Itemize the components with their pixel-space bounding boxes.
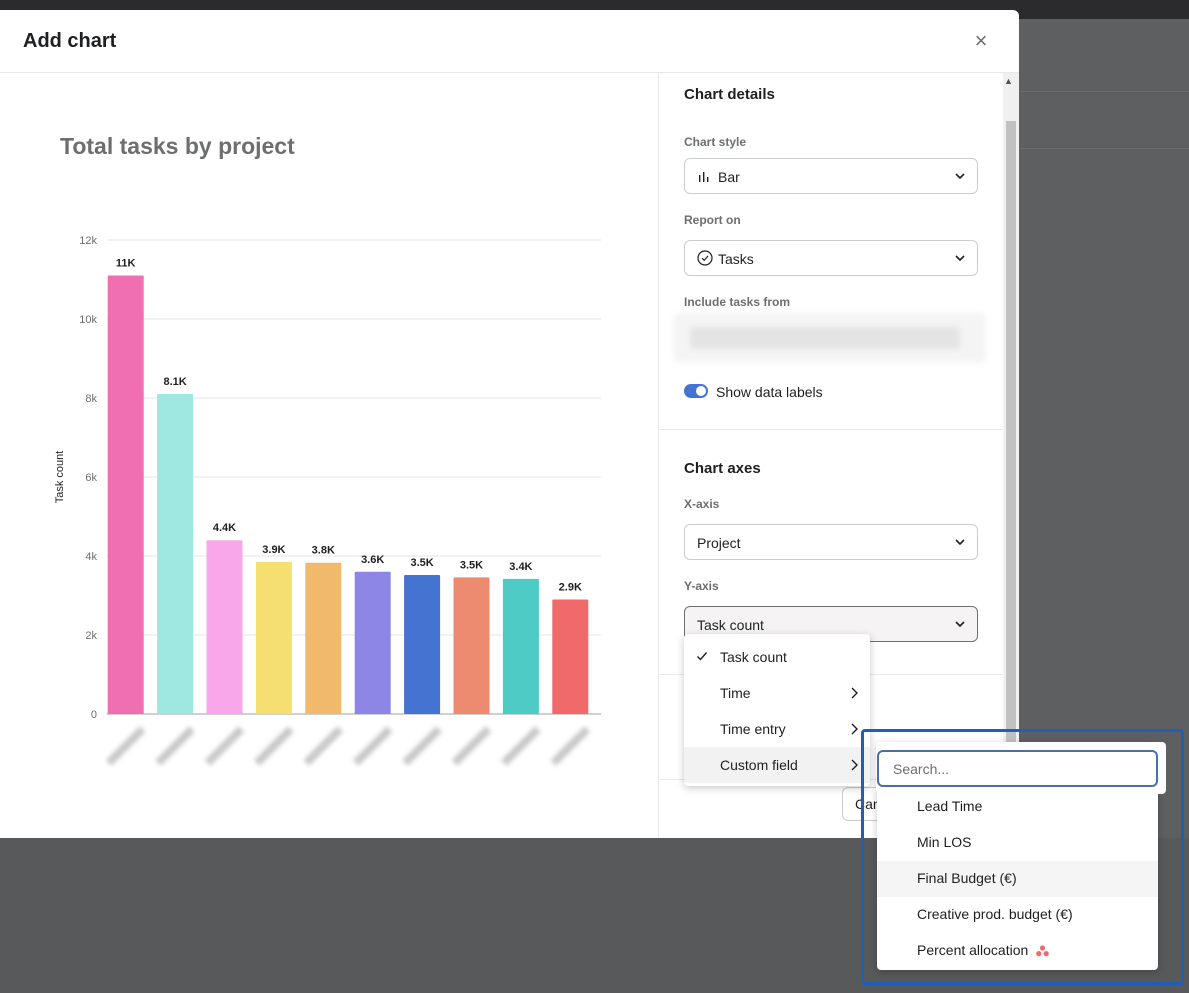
menu-item-label: Time entry	[720, 721, 786, 737]
bar-data-label: 4.4K	[213, 522, 236, 534]
custom-field-lead-time[interactable]: Lead Time	[877, 789, 1158, 825]
show-data-labels-label: Show data labels	[716, 384, 823, 400]
bar-chart-icon	[699, 172, 709, 182]
y-tick-label: 8k	[85, 393, 97, 405]
menu-item-label: Time	[720, 685, 751, 701]
background-divider	[1019, 91, 1189, 92]
menu-item-time-entry[interactable]: Time entry	[684, 711, 870, 747]
report-on-select[interactable]: Tasks	[684, 240, 978, 276]
x-axis-label: X-axis	[684, 497, 720, 511]
x-axis-select[interactable]: Project	[684, 524, 978, 560]
show-data-labels-toggle[interactable]	[684, 384, 708, 398]
include-tasks-field-blurred[interactable]	[674, 313, 986, 363]
chevron-down-icon	[955, 621, 965, 628]
bar	[453, 577, 490, 714]
custom-field-label: Lead Time	[917, 798, 983, 814]
x-tick-label-redacted	[402, 726, 442, 766]
y-tick-label: 12k	[79, 235, 97, 247]
chart-style-select[interactable]: Bar	[684, 158, 978, 194]
close-icon[interactable]: ×	[968, 29, 994, 55]
bar-data-label: 3.8K	[312, 545, 335, 557]
bar-data-label: 2.9K	[559, 581, 582, 593]
scrollbar-thumb[interactable]	[1006, 121, 1016, 751]
y-axis-value: Task count	[697, 617, 764, 633]
custom-field-final-budget[interactable]: Final Budget (€)	[877, 861, 1158, 897]
x-tick-label-redacted	[451, 726, 492, 766]
y-tick-label: 10k	[79, 314, 97, 326]
bar	[305, 562, 342, 714]
x-tick-label-redacted	[155, 726, 195, 766]
report-on-label: Report on	[684, 213, 741, 227]
chart-style-label: Chart style	[684, 135, 747, 149]
x-tick-label-redacted	[204, 726, 245, 766]
menu-item-time[interactable]: Time	[684, 675, 870, 711]
custom-field-creative-prod-budget[interactable]: Creative prod. budget (€)	[877, 897, 1158, 933]
x-tick-label-redacted	[303, 726, 344, 766]
bar-data-label: 3.5K	[460, 559, 483, 571]
y-tick-label: 4k	[85, 551, 97, 563]
bar	[206, 540, 243, 714]
modal-header: Add chart ×	[0, 10, 1019, 73]
custom-field-label: Min LOS	[917, 834, 972, 850]
bar-data-label: 11K	[116, 258, 136, 270]
x-tick-label-redacted	[501, 726, 541, 766]
custom-field-label-wrap: Percent allocation	[917, 942, 1049, 958]
custom-field-label: Final Budget (€)	[917, 870, 1017, 886]
y-axis-dropdown-menu: Task count Time Time entry Custom field	[684, 634, 870, 786]
menu-item-label: Custom field	[720, 757, 798, 773]
background-app-panel	[1019, 19, 1189, 838]
bar	[107, 275, 144, 714]
menu-item-label: Task count	[720, 649, 787, 665]
bar	[157, 394, 194, 714]
x-axis-value: Project	[697, 535, 741, 551]
custom-field-label: Percent allocation	[917, 942, 1029, 958]
x-tick-label-redacted	[105, 726, 146, 766]
bar	[354, 571, 391, 714]
bar-data-label: 3.4K	[509, 561, 532, 573]
y-axis-label: Y-axis	[684, 579, 719, 593]
chart-axes-title: Chart axes	[684, 460, 761, 477]
chevron-down-icon	[955, 173, 965, 180]
checkmark-icon	[697, 652, 708, 661]
custom-field-search-container	[876, 742, 1166, 794]
menu-item-task-count[interactable]: Task count	[684, 639, 870, 675]
custom-field-min-los[interactable]: Min LOS	[877, 825, 1158, 861]
y-tick-label: 0	[91, 709, 97, 721]
chevron-down-icon	[955, 255, 965, 262]
chevron-right-icon	[851, 687, 858, 699]
custom-field-search-input[interactable]	[877, 750, 1158, 787]
background-divider	[1019, 148, 1189, 149]
chevron-down-icon	[955, 539, 965, 546]
bar	[502, 578, 539, 714]
bar-data-label: 3.6K	[361, 554, 384, 566]
bar	[552, 599, 589, 714]
x-tick-label-redacted	[352, 726, 393, 766]
scroll-up-icon[interactable]: ▲	[1004, 76, 1013, 86]
chart-style-value: Bar	[718, 169, 740, 185]
bar-chart: 0 2k 4k 6k 8k 10k 12k Task count 11K 8.1K 4.4K 3.9K…	[54, 235, 601, 766]
chart-details-title: Chart details	[684, 86, 775, 103]
bar	[404, 574, 441, 714]
bar-data-label: 3.5K	[410, 557, 433, 569]
bar-data-label: 8.1K	[163, 376, 186, 388]
y-tick-label: 6k	[85, 472, 97, 484]
report-on-value: Tasks	[718, 251, 754, 267]
custom-field-percent-allocation[interactable]: Percent allocation	[877, 933, 1158, 969]
x-tick-label-redacted	[254, 726, 294, 766]
y-tick-label: 2k	[85, 630, 97, 642]
custom-field-label: Creative prod. budget (€)	[917, 906, 1073, 922]
chevron-right-icon	[851, 723, 858, 735]
chart-preview: Total tasks by project 0 2k 4k 6k 8k 10k 12k Ta…	[0, 73, 659, 838]
check-circle-icon	[697, 250, 713, 266]
asana-logo-icon	[1036, 945, 1049, 957]
chevron-right-icon	[851, 759, 858, 771]
bar-data-label: 3.9K	[262, 544, 285, 556]
bar	[255, 561, 292, 714]
include-tasks-label: Include tasks from	[684, 295, 791, 309]
x-tick-label-redacted	[550, 726, 591, 766]
y-axis-title: Task count	[54, 451, 66, 504]
modal-title: Add chart	[23, 30, 117, 52]
menu-item-custom-field[interactable]: Custom field	[684, 747, 870, 783]
section-divider	[660, 429, 1003, 430]
